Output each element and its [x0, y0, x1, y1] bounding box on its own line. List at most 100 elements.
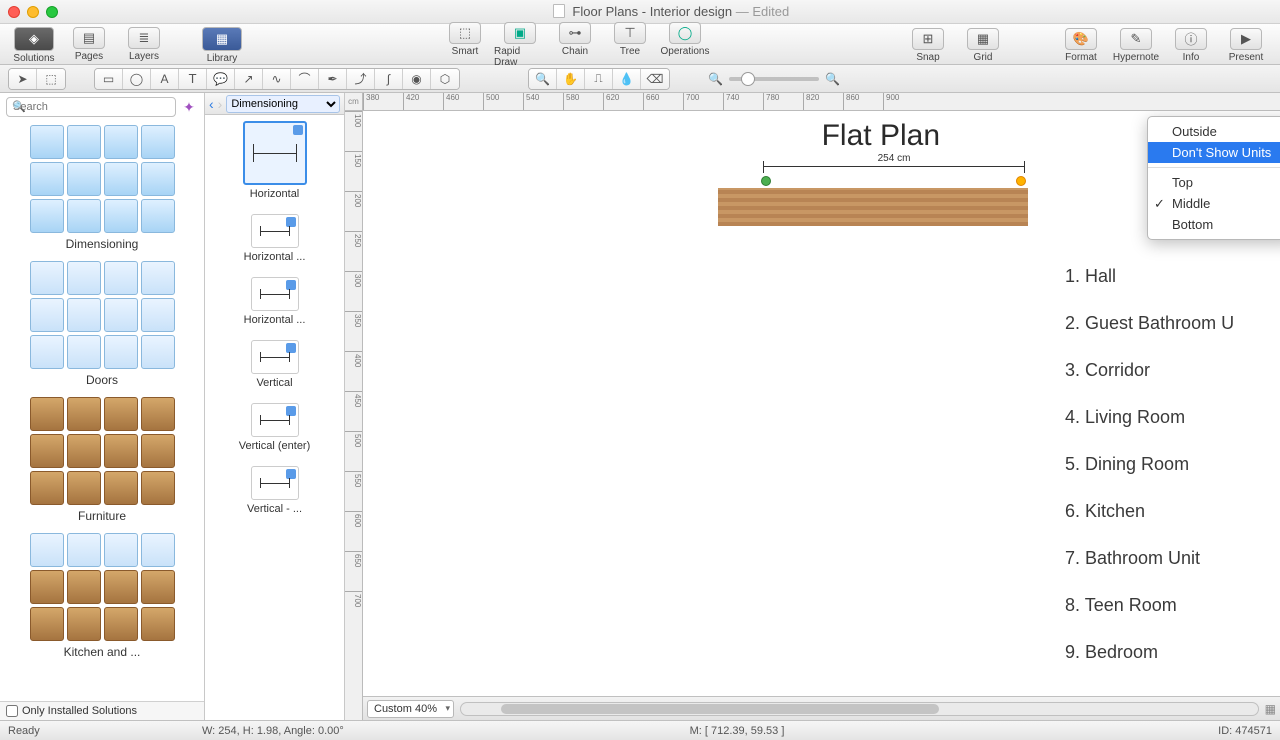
present-button[interactable]: ▶Present — [1220, 28, 1272, 63]
info-button[interactable]: ⓘInfo — [1165, 28, 1217, 63]
lib-dimensioning[interactable]: Dimensioning — [6, 125, 198, 251]
main-toolbar: ◈Solutions ▤Pages ≣Layers ▦Library ⬚Smar… — [0, 24, 1280, 65]
stamp-tool[interactable]: ◉ — [403, 69, 431, 89]
drawing-canvas[interactable]: Flat Plan 1. Hall 2. Guest Bathroom U 3. C… — [363, 111, 1280, 696]
shape-item-0[interactable]: Horizontal — [211, 121, 338, 200]
zoom-tool[interactable]: 🔍 — [529, 69, 557, 89]
shape-item-2[interactable]: Horizontal ... — [211, 277, 338, 326]
shape-category-select[interactable]: Dimensioning — [226, 95, 340, 113]
shape-item-1[interactable]: Horizontal ... — [211, 214, 338, 263]
horizontal-scrollbar[interactable] — [460, 702, 1259, 716]
status-dims: W: 254, H: 1.98, Angle: 0.00° — [202, 725, 402, 737]
rapid-draw-button[interactable]: ▣Rapid Draw — [494, 22, 546, 68]
line-tool[interactable]: ↗ — [235, 69, 263, 89]
canvas-footer: Custom 40% ▦ — [363, 696, 1280, 720]
ruler-unit: cm — [345, 93, 363, 111]
horizontal-ruler[interactable]: 3804204605005405806206607007407808208609… — [363, 93, 1280, 111]
ctx-middle[interactable]: ✓Middle — [1148, 193, 1280, 214]
dim-handle-right[interactable] — [1016, 176, 1026, 186]
layers-button[interactable]: ≣Layers — [118, 27, 170, 64]
plan-legend: 1. Hall 2. Guest Bathroom U 3. Corridor 4. … — [1065, 266, 1270, 689]
zoom-out-icon[interactable]: 🔍 — [708, 72, 723, 86]
shape-nav-fwd[interactable]: › — [218, 96, 223, 112]
document-icon — [553, 4, 565, 18]
main-area: 🔍 ✦ Dimensioning Doors Furniture Kitchen… — [0, 93, 1280, 720]
format-button[interactable]: 🎨Format — [1055, 28, 1107, 63]
shape-item-4[interactable]: Vertical (enter) — [211, 403, 338, 452]
marquee-tool[interactable]: ⬚ — [37, 69, 65, 89]
canvas-area: cm 3804204605005405806206607007407808208… — [345, 93, 1280, 720]
tools-toolbar: ➤ ⬚ ▭ ◯ A 𝖳 💬 ↗ ∿ ⌒ ✒ ⤴ ∫ ◉ ⬡ 🔍 ✋ ⎍ 💧 ⌫ … — [0, 65, 1280, 93]
spline-tool[interactable]: ∫ — [375, 69, 403, 89]
lib-furniture[interactable]: Furniture — [6, 397, 198, 523]
callout-tool[interactable]: 💬 — [207, 69, 235, 89]
legend-7: 7. Bathroom Unit — [1065, 548, 1270, 569]
dimension-line[interactable]: 254 cm — [763, 166, 1025, 180]
pointer-tool[interactable]: ➤ — [9, 69, 37, 89]
smart-button[interactable]: ⬚Smart — [439, 22, 491, 68]
solutions-button[interactable]: ◈Solutions — [8, 27, 60, 64]
lib-doors[interactable]: Doors — [6, 261, 198, 387]
search-wand-icon[interactable]: ✦ — [180, 97, 198, 117]
legend-5: 5. Dining Room — [1065, 454, 1270, 475]
eyedropper-tool[interactable]: 💧 — [613, 69, 641, 89]
shape-item-5[interactable]: Vertical - ... — [211, 466, 338, 515]
ctx-dont-show-units[interactable]: Don't Show Units — [1148, 142, 1280, 163]
zoom-slider-group: 🔍 🔍 — [708, 72, 840, 86]
ctx-outside[interactable]: Outside — [1148, 121, 1280, 142]
operations-button[interactable]: ◯Operations — [659, 22, 711, 68]
legend-4: 4. Living Room — [1065, 407, 1270, 428]
shape-tool[interactable]: ⬡ — [431, 69, 459, 89]
bezier-tool[interactable]: ⤴ — [347, 69, 375, 89]
grid-button[interactable]: ▦Grid — [957, 28, 1009, 63]
hand-tool[interactable]: ✋ — [557, 69, 585, 89]
eraser-tool[interactable]: ⌫ — [641, 69, 669, 89]
ctx-top[interactable]: Top — [1148, 172, 1280, 193]
text-tool[interactable]: A — [151, 69, 179, 89]
textbox-tool[interactable]: 𝖳 — [179, 69, 207, 89]
dimension-label: 254 cm — [874, 153, 915, 164]
legend-6: 6. Kitchen — [1065, 501, 1270, 522]
tree-button[interactable]: ⊤Tree — [604, 22, 656, 68]
ctx-bottom[interactable]: Bottom — [1148, 214, 1280, 235]
search-input[interactable] — [6, 97, 176, 117]
hypernote-button[interactable]: ✎Hypernote — [1110, 28, 1162, 63]
library-button[interactable]: ▦Library — [196, 27, 248, 64]
only-installed-checkbox[interactable]: Only Installed Solutions — [0, 701, 204, 720]
status-ready: Ready — [8, 725, 178, 737]
chain-button[interactable]: ⊶Chain — [549, 22, 601, 68]
lib-kitchen[interactable]: Kitchen and ... — [6, 533, 198, 659]
page-grid-icon[interactable]: ▦ — [1265, 702, 1276, 716]
status-bar: Ready W: 254, H: 1.98, Angle: 0.00° M: [… — [0, 720, 1280, 740]
arc-tool[interactable]: ⌒ — [291, 69, 319, 89]
library-panel: 🔍 ✦ Dimensioning Doors Furniture Kitchen… — [0, 93, 205, 720]
pages-button[interactable]: ▤Pages — [63, 27, 115, 64]
status-id: ID: 474571 — [1072, 725, 1272, 737]
zoom-in-icon[interactable]: 🔍 — [825, 72, 840, 86]
legend-1: 1. Hall — [1065, 266, 1270, 287]
connector-tool[interactable]: ∿ — [263, 69, 291, 89]
stamp2-tool[interactable]: ⎍ — [585, 69, 613, 89]
legend-9: 9. Bedroom — [1065, 642, 1270, 663]
zoom-slider[interactable] — [729, 77, 819, 81]
library-sections: Dimensioning Doors Furniture Kitchen and… — [0, 121, 204, 701]
rect-tool[interactable]: ▭ — [95, 69, 123, 89]
vertical-ruler[interactable]: 100150200250300350400450500550600650700 — [345, 111, 363, 720]
pen-tool[interactable]: ✒ — [319, 69, 347, 89]
zoom-window-button[interactable] — [46, 6, 58, 18]
legend-2: 2. Guest Bathroom U — [1065, 313, 1270, 334]
context-menu: Outside Don't Show Units Top ✓Middle Bot… — [1147, 116, 1280, 240]
window-title: Floor Plans - Interior design — Edited — [70, 4, 1272, 19]
dim-handle-left[interactable] — [761, 176, 771, 186]
status-mouse: M: [ 712.39, 59.53 ] — [426, 725, 1048, 737]
ellipse-tool[interactable]: ◯ — [123, 69, 151, 89]
snap-button[interactable]: ⊞Snap — [902, 28, 954, 63]
floor-plan[interactable]: 254 cm 5 4 6 8 9 3 7 2 1 — [373, 166, 1058, 696]
plan-title: Flat Plan — [822, 119, 940, 153]
shape-item-3[interactable]: Vertical — [211, 340, 338, 389]
close-window-button[interactable] — [8, 6, 20, 18]
legend-3: 3. Corridor — [1065, 360, 1270, 381]
minimize-window-button[interactable] — [27, 6, 39, 18]
shape-nav-back[interactable]: ‹ — [209, 96, 214, 112]
zoom-select[interactable]: Custom 40% — [367, 700, 454, 718]
